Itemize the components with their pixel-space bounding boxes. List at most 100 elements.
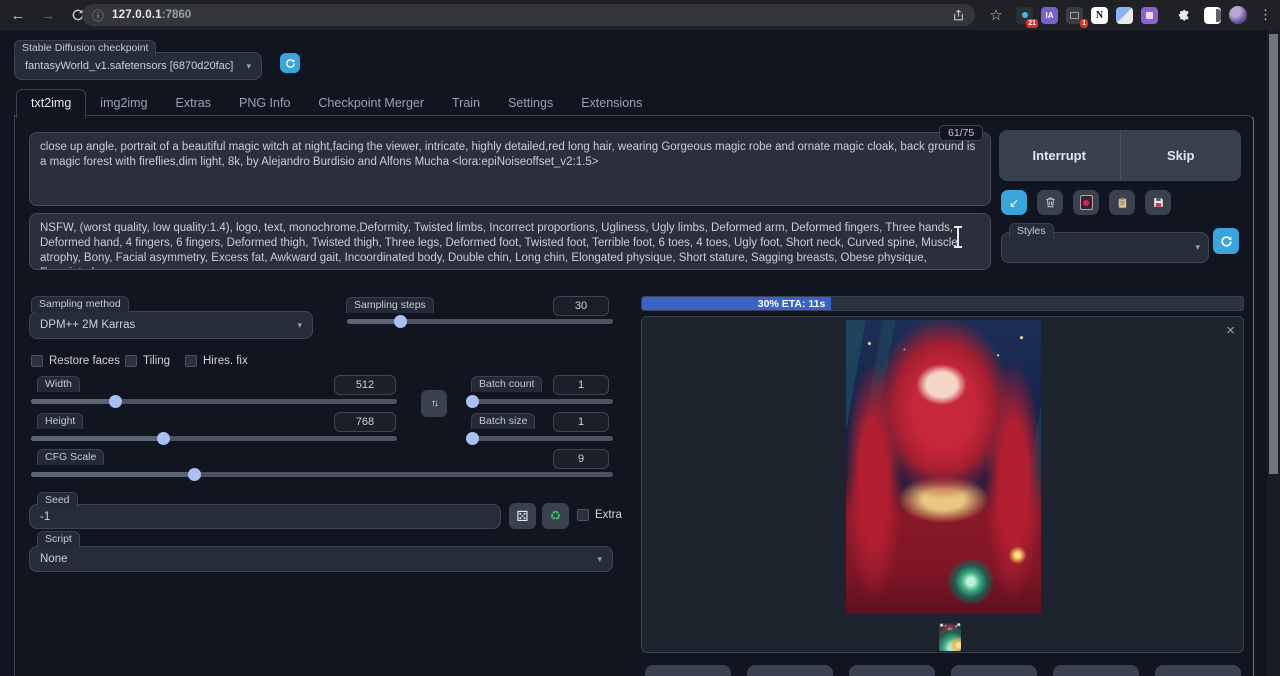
script-value: None	[40, 553, 68, 565]
slider-handle[interactable]	[109, 395, 122, 408]
ext-ia-icon[interactable]: IA	[1041, 7, 1058, 24]
restore-faces-option[interactable]: Restore faces	[31, 355, 120, 367]
checkpoint-label: Stable Diffusion checkpoint	[14, 40, 156, 56]
batch-count-input[interactable]: 1	[553, 375, 609, 395]
tab-img2img[interactable]: img2img	[86, 90, 161, 118]
profile-avatar[interactable]	[1229, 6, 1247, 24]
prompt-tools: ↙	[1001, 190, 1171, 215]
cfg-scale-input[interactable]: 9	[553, 449, 609, 469]
seed-input[interactable]: -1	[29, 504, 501, 529]
slider-handle[interactable]	[188, 468, 201, 481]
tab-txt2img[interactable]: txt2img	[16, 89, 86, 119]
address-bar[interactable]: ⓘ 127.0.0.1 :7860	[82, 4, 975, 26]
tab-checkpoint-merger[interactable]: Checkpoint Merger	[304, 90, 438, 118]
seed-extra-label: Extra	[595, 509, 622, 521]
sampling-steps-input[interactable]: 30	[553, 296, 609, 316]
tab-png-info[interactable]: PNG Info	[225, 90, 304, 118]
ext-timer-icon[interactable]: 21	[1016, 7, 1033, 24]
hires-fix-checkbox[interactable]	[185, 355, 197, 367]
slider-handle[interactable]	[466, 432, 479, 445]
extra-networks-button[interactable]	[1073, 190, 1099, 215]
progress-text: 30% ETA: 11s	[758, 298, 826, 310]
browser-forward-icon[interactable]: →	[36, 3, 60, 27]
output-action-button-4[interactable]	[951, 665, 1037, 676]
save-style-button[interactable]	[1145, 190, 1171, 215]
output-action-button-3[interactable]	[849, 665, 935, 676]
browser-menu-icon[interactable]: ⋮	[1255, 7, 1276, 23]
sampling-method-label: Sampling method	[31, 296, 129, 312]
checkpoint-refresh-button[interactable]	[280, 53, 300, 73]
ext-capture-icon[interactable]: 1	[1066, 7, 1083, 24]
sampling-steps-slider[interactable]	[347, 319, 613, 324]
batch-size-label: Batch size	[471, 413, 535, 429]
output-action-button-1[interactable]	[645, 665, 731, 676]
trash-icon	[1044, 196, 1057, 209]
slider-handle[interactable]	[157, 432, 170, 445]
checkpoint-dropdown[interactable]: fantasyWorld_v1.safetensors [6870d20fac]…	[14, 52, 262, 80]
batch-count-slider[interactable]	[469, 399, 613, 404]
tiling-checkbox[interactable]	[125, 355, 137, 367]
height-input[interactable]: 768	[334, 412, 396, 432]
styles-refresh-button[interactable]	[1213, 228, 1239, 254]
share-icon[interactable]	[946, 3, 970, 27]
ext-timer-badge: 21	[1026, 19, 1038, 28]
clear-prompt-button[interactable]	[1037, 190, 1063, 215]
sampling-method-dropdown[interactable]: DPM++ 2M Karras ▾	[29, 311, 313, 339]
extensions-puzzle-icon[interactable]	[1172, 3, 1196, 27]
gallery-thumbnail[interactable]	[939, 623, 961, 651]
interrupt-button[interactable]: Interrupt	[999, 130, 1120, 181]
output-action-button-6[interactable]	[1155, 665, 1241, 676]
seed-extra-option[interactable]: Extra	[577, 509, 622, 521]
dice-icon: ⚄	[516, 508, 528, 525]
tab-extensions[interactable]: Extensions	[567, 90, 656, 118]
swap-dimensions-button[interactable]: ↑↓	[421, 390, 447, 417]
read-params-button[interactable]: ↙	[1001, 190, 1027, 215]
restore-faces-checkbox[interactable]	[31, 355, 43, 367]
cfg-scale-slider[interactable]	[31, 472, 613, 477]
slider-handle[interactable]	[394, 315, 407, 328]
site-info-icon[interactable]: ⓘ	[92, 7, 104, 24]
seed-extra-checkbox[interactable]	[577, 509, 589, 521]
tiling-option[interactable]: Tiling	[125, 355, 170, 367]
ext-office-icon[interactable]	[1141, 7, 1158, 24]
reuse-seed-button[interactable]: ♻	[542, 503, 569, 529]
output-action-button-2[interactable]	[747, 665, 833, 676]
height-slider[interactable]	[31, 436, 397, 441]
read-params-arrow-icon: ↙	[1009, 196, 1019, 210]
width-slider[interactable]	[31, 399, 397, 404]
ext-window-icon[interactable]	[1116, 7, 1133, 24]
apply-style-button[interactable]	[1109, 190, 1135, 215]
chevron-down-icon: ▾	[597, 554, 602, 565]
tab-train[interactable]: Train	[438, 90, 494, 118]
bookmark-star-icon[interactable]: ☆	[984, 3, 1008, 27]
extra-networks-card-icon	[1080, 195, 1093, 210]
skip-button[interactable]: Skip	[1121, 130, 1242, 181]
chevron-down-icon: ▾	[1195, 242, 1200, 253]
prompt-input[interactable]: close up angle, portrait of a beautiful …	[29, 132, 991, 206]
browser-back-icon[interactable]: ←	[6, 3, 30, 27]
restore-faces-label: Restore faces	[49, 355, 120, 367]
ext-capture-badge: 1	[1080, 19, 1088, 28]
output-gallery: ×	[641, 316, 1244, 653]
ext-notion-icon[interactable]: N	[1091, 7, 1108, 24]
tab-settings[interactable]: Settings	[494, 90, 567, 118]
chevron-down-icon: ▾	[246, 61, 251, 72]
tab-extras[interactable]: Extras	[162, 90, 225, 118]
width-input[interactable]: 512	[334, 375, 396, 395]
script-dropdown[interactable]: None ▾	[29, 546, 613, 572]
page-scrollbar[interactable]	[1267, 30, 1280, 676]
script-label: Script	[37, 531, 80, 547]
slider-handle[interactable]	[466, 395, 479, 408]
negative-prompt-input[interactable]: NSFW, (worst quality, low quality:1.4), …	[29, 213, 991, 270]
ext-sidepanel-icon[interactable]	[1204, 7, 1221, 24]
hires-fix-option[interactable]: Hires. fix	[185, 355, 248, 367]
generated-image-preview[interactable]	[846, 320, 1041, 614]
output-action-button-5[interactable]	[1053, 665, 1139, 676]
height-label: Height	[37, 413, 83, 429]
batch-size-input[interactable]: 1	[553, 412, 609, 432]
batch-size-slider[interactable]	[469, 436, 613, 441]
swap-arrows-icon: ↑↓	[431, 398, 437, 409]
scrollbar-thumb[interactable]	[1269, 34, 1278, 474]
random-seed-button[interactable]: ⚄	[509, 503, 536, 529]
close-icon[interactable]: ×	[1226, 323, 1235, 338]
